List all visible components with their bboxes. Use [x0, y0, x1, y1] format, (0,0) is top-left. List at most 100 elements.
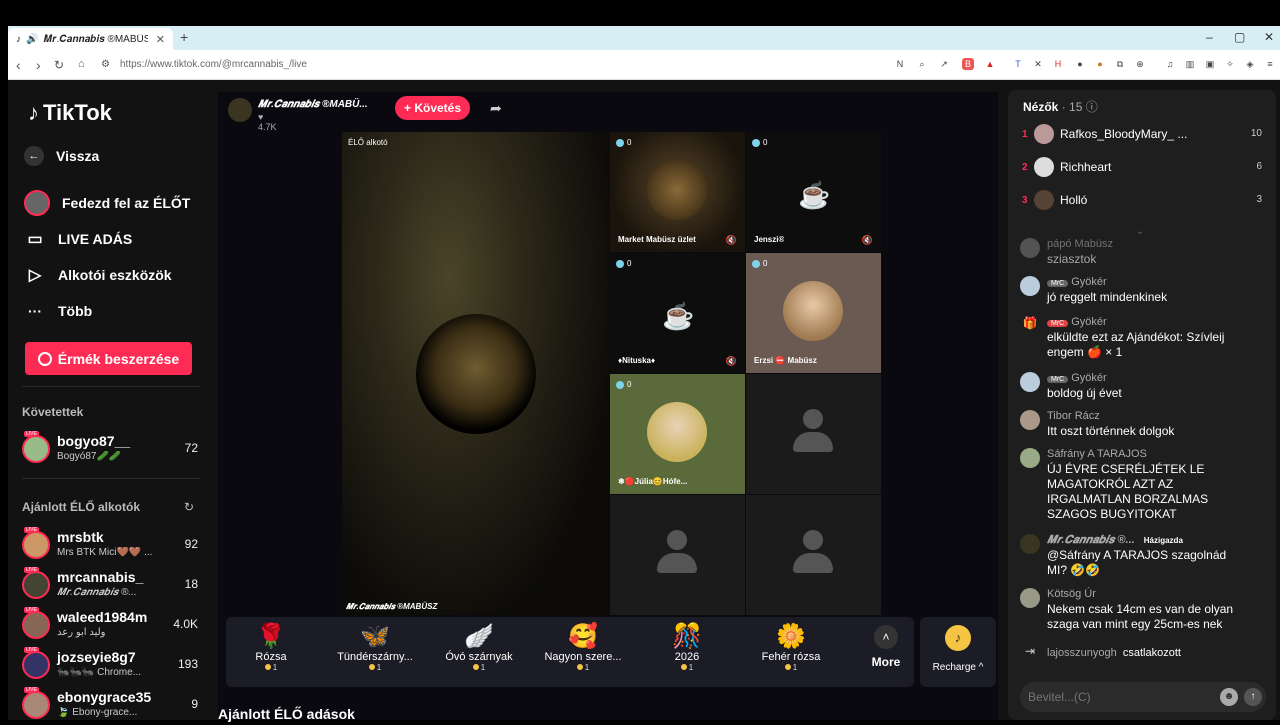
- guest-avatar: [783, 281, 843, 341]
- empty-seat-tile[interactable]: [746, 374, 881, 494]
- host-name[interactable]: 𝑴𝒓.𝑪𝒂𝒏𝒏𝒂𝒃𝒊𝒔 ®MABÜ...: [258, 99, 368, 110]
- gift-item[interactable]: 🌼 Fehér rózsa 1: [746, 623, 836, 683]
- nav-explore-live[interactable]: Fedezd fel az ÉLŐT: [24, 190, 190, 216]
- translate-icon[interactable]: T: [1012, 58, 1024, 70]
- suggested-item[interactable]: LIVE jozseyie8g7 🐜🐜🐜 Chrome... 193: [20, 647, 198, 685]
- menu-icon[interactable]: ≡: [1264, 58, 1276, 70]
- minimize-icon[interactable]: –: [1206, 30, 1213, 44]
- gift-item[interactable]: 🦋 Tündérszárny... 1: [330, 623, 420, 683]
- forward-icon[interactable]: ›: [36, 57, 41, 73]
- url-input[interactable]: https://www.tiktok.com/@mrcannabis_/live: [120, 59, 307, 70]
- back-link[interactable]: ← Vissza: [24, 146, 99, 166]
- vpn-icon[interactable]: ◈: [1244, 58, 1256, 70]
- extension-icon[interactable]: ✕: [1032, 58, 1044, 70]
- following-item[interactable]: LIVE bogyo87__ Bogyó87🥒🥒 72: [20, 431, 198, 469]
- more-gifts-button[interactable]: ˄ More: [866, 625, 906, 671]
- empty-seat-tile[interactable]: [610, 495, 745, 615]
- creator-sub: Mrs BTK Mici🤎🤎 ...: [57, 547, 153, 558]
- gift-item[interactable]: 🪽 Óvó szárnyak 1: [434, 623, 524, 683]
- gift-item[interactable]: 🌹 Rózsa 1: [226, 623, 316, 683]
- avatar: [1020, 238, 1040, 258]
- info-icon[interactable]: ⓘ: [1086, 100, 1098, 114]
- chat-user[interactable]: Kötsög Úr: [1047, 588, 1096, 600]
- chat-user[interactable]: MrC Gyökér: [1047, 276, 1107, 288]
- close-window-icon[interactable]: ✕: [1264, 30, 1274, 44]
- suggested-item[interactable]: LIVE waleed1984m وليد ابو رعد 4.0K: [20, 607, 198, 645]
- nav-creator-tools[interactable]: ▷ Alkotói eszközök: [24, 264, 172, 286]
- puzzle-icon[interactable]: ⧉: [1114, 58, 1126, 70]
- nav-live-broadcast[interactable]: ▭ LIVE ADÁS: [24, 228, 132, 250]
- host-avatar[interactable]: [228, 98, 252, 122]
- gift-price-value: 1: [272, 663, 278, 672]
- guest-tile[interactable]: 0 ☕ Jenszi® 🔇: [746, 132, 881, 252]
- chat-user[interactable]: Sáfrány A TARAJOS: [1047, 448, 1147, 460]
- live-stream-area: 𝑴𝒓.𝑪𝒂𝒏𝒏𝒂𝒃𝒊𝒔 ®MABÜ... ♥ 4.7K + Követés ➦ …: [218, 92, 998, 722]
- back-icon[interactable]: ‹: [16, 57, 21, 73]
- nav-label: LIVE ADÁS: [58, 231, 133, 247]
- avatar: [1020, 372, 1040, 392]
- new-tab-icon[interactable]: +: [180, 29, 188, 45]
- wallet-icon[interactable]: ▣: [1204, 58, 1216, 70]
- rewards-icon[interactable]: ▲: [984, 58, 996, 70]
- extension-icon[interactable]: ●: [1074, 58, 1086, 70]
- recharge-button[interactable]: ♪ Recharge ^: [920, 617, 996, 687]
- join-user[interactable]: lajosszunyogh: [1047, 647, 1117, 659]
- follow-button[interactable]: + Követés: [395, 96, 470, 120]
- refresh-icon[interactable]: ↻: [184, 500, 194, 514]
- site-info-icon[interactable]: ⚙: [101, 59, 110, 70]
- guest-tile[interactable]: 0 ❄🔴Júlia😊Hófe...: [610, 374, 745, 494]
- gift-item[interactable]: 🥰 Nagyon szere... 1: [538, 623, 628, 683]
- divider: [22, 478, 200, 479]
- logo-text: TikTok: [43, 100, 112, 125]
- chat-user[interactable]: 𝑴𝒓.𝑪𝒂𝒏𝒏𝒂𝒃𝒊𝒔 ®... Házigazda: [1047, 534, 1183, 547]
- guest-tile[interactable]: 0 Erzsi ⛔ Mabüsz: [746, 253, 881, 373]
- chat-user[interactable]: Tibor Rácz: [1047, 410, 1100, 422]
- sidebar-icon[interactable]: ▥: [1184, 58, 1196, 70]
- guest-tile[interactable]: 0 Market Mabüsz üzlet 🔇: [610, 132, 745, 252]
- tiktok-logo[interactable]: ♪ TikTok: [28, 100, 112, 126]
- music-icon[interactable]: ♫: [1164, 58, 1176, 70]
- audio-icon[interactable]: 🔊: [26, 34, 38, 45]
- viewer-rank: 1: [1022, 129, 1028, 140]
- gift-name: Fehér rózsa: [761, 651, 821, 663]
- empty-seat-tile[interactable]: [746, 495, 881, 615]
- suggested-item[interactable]: LIVE mrsbtk Mrs BTK Mici🤎🤎 ... 92: [20, 527, 198, 565]
- maximize-icon[interactable]: ▢: [1234, 30, 1245, 44]
- new-year-icon: 🎊: [672, 623, 702, 650]
- close-tab-icon[interactable]: ✕: [156, 33, 165, 46]
- get-coins-button[interactable]: Érmék beszerzése: [25, 342, 192, 375]
- share-icon[interactable]: ➦: [490, 100, 502, 117]
- brave-shield-icon[interactable]: B: [962, 58, 974, 70]
- viewer-rank: 3: [1022, 195, 1028, 206]
- viewer-row[interactable]: 2 Richheart 6: [1022, 157, 1262, 181]
- gift-price-value: 1: [792, 663, 798, 672]
- viewer-row[interactable]: 1 Rafkos_BloodyMary_ ... 10: [1022, 124, 1262, 148]
- chat-user[interactable]: MrC Gyökér: [1047, 372, 1107, 384]
- viewer-row[interactable]: 3 Holló 3: [1022, 190, 1262, 214]
- browser-tab[interactable]: ♪ 🔊 𝑴𝒓.𝑪𝒂𝒏𝒏𝒂𝒃𝒊𝒔 ®MABÜSZ ✕: [8, 28, 173, 50]
- leo-icon[interactable]: ✧: [1224, 58, 1236, 70]
- main-video[interactable]: ÉLŐ alkotó 𝑴𝒓.𝑪𝒂𝒏𝒏𝒂𝒃𝒊𝒔 ®MABÜSZ: [342, 132, 610, 615]
- reader-icon[interactable]: N: [894, 58, 906, 70]
- gift-item[interactable]: 🎊 2026 1: [642, 623, 732, 683]
- nav-more[interactable]: ··· Több: [24, 300, 92, 322]
- chat-user[interactable]: MrC Gyökér: [1047, 316, 1107, 328]
- chevron-down-icon[interactable]: ⌄: [1136, 226, 1144, 237]
- hls-icon[interactable]: H: [1052, 58, 1064, 70]
- share-page-icon[interactable]: ↗: [938, 58, 950, 70]
- send-icon[interactable]: ↑: [1244, 688, 1262, 706]
- viewer-name: Rafkos_BloodyMary_ ...: [1060, 127, 1188, 141]
- home-icon[interactable]: ⌂: [78, 58, 85, 70]
- guest-tile[interactable]: 0 ☕ ♦Nituska♦ 🔇: [610, 253, 745, 373]
- chat-input[interactable]: [1028, 690, 1208, 704]
- emoji-icon[interactable]: ☻: [1220, 688, 1238, 706]
- back-label: Vissza: [56, 148, 100, 164]
- extension-icon[interactable]: ⊕: [1134, 58, 1146, 70]
- reload-icon[interactable]: ↻: [54, 58, 64, 72]
- zoom-icon[interactable]: ⌕: [916, 58, 928, 70]
- extension-icon[interactable]: ●: [1094, 58, 1106, 70]
- creator-sub: وليد ابو رعد: [57, 627, 106, 638]
- gift-price: 1: [746, 663, 836, 672]
- suggested-item[interactable]: LIVE mrcannabis_ 𝑴𝒓.𝑪𝒂𝒏𝒏𝒂𝒃𝒊𝒔 ®... 18: [20, 567, 198, 605]
- chat-user[interactable]: pápó Mabüsz: [1047, 238, 1113, 250]
